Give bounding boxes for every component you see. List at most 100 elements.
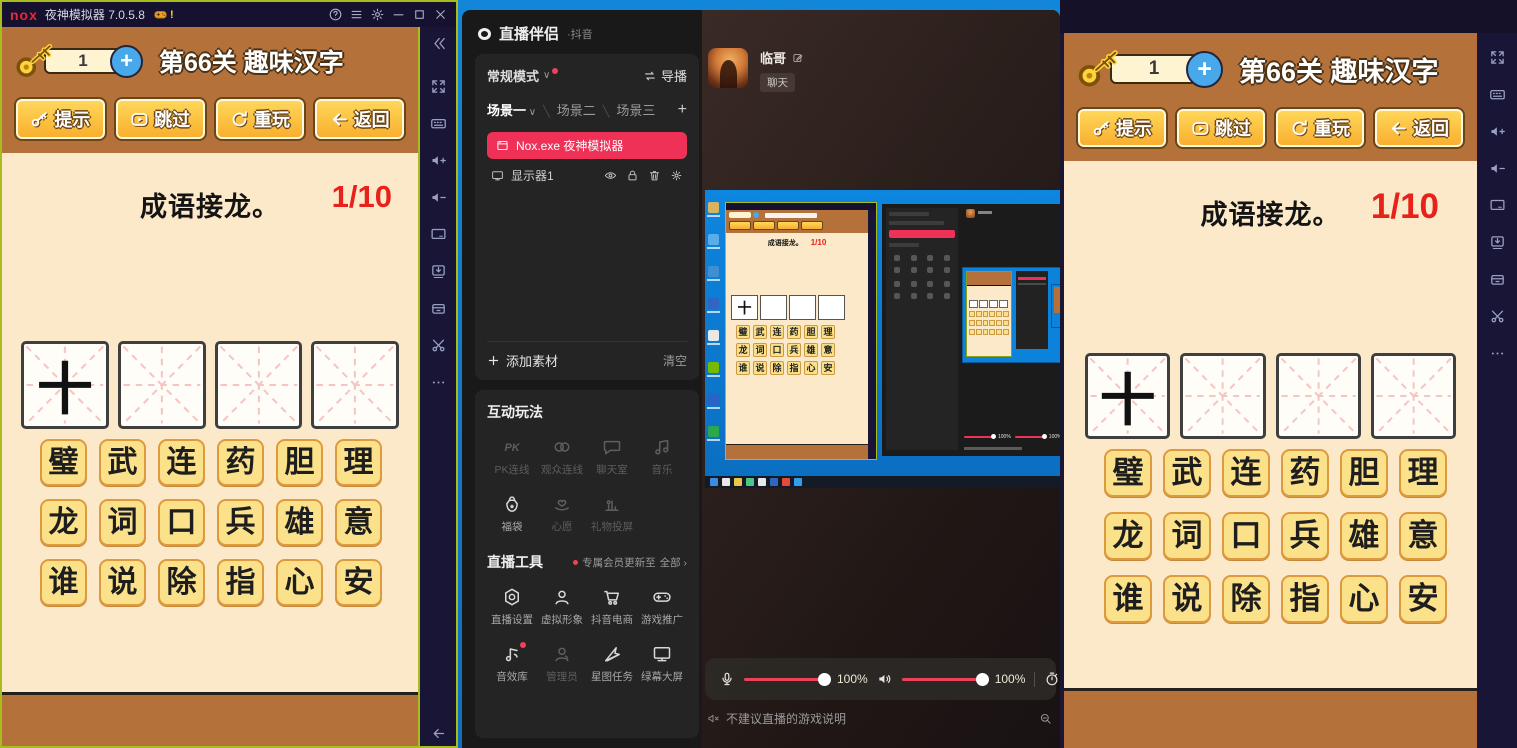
streamer-avatar[interactable] bbox=[708, 48, 748, 88]
volume-up-icon[interactable] bbox=[1489, 123, 1506, 140]
source-item-display[interactable]: 显示器1 bbox=[487, 167, 687, 184]
game-action-button[interactable]: 提示 bbox=[14, 97, 107, 141]
scene-tab[interactable]: 场景二 bbox=[536, 100, 596, 119]
edit-icon[interactable] bbox=[792, 52, 804, 64]
shared-folder-icon[interactable] bbox=[1489, 271, 1506, 288]
char-tile[interactable]: 心 bbox=[276, 559, 323, 606]
char-tile[interactable]: 意 bbox=[1399, 512, 1447, 560]
game-action-button[interactable]: 重玩 bbox=[214, 97, 307, 141]
search-zoom-icon[interactable] bbox=[1039, 712, 1052, 725]
char-tile[interactable]: 连 bbox=[1222, 449, 1270, 497]
tool-item[interactable]: 抖音电商 bbox=[587, 587, 637, 627]
trash-icon[interactable] bbox=[648, 169, 661, 182]
volume-up-icon[interactable] bbox=[430, 152, 447, 169]
char-tile[interactable]: 指 bbox=[217, 559, 264, 606]
volume-down-icon[interactable] bbox=[1489, 160, 1506, 177]
tool-item[interactable]: 管理员 bbox=[537, 644, 587, 684]
char-tile[interactable]: 谁 bbox=[40, 559, 87, 606]
membership-banner[interactable]: 专属会员更新至 全部 bbox=[573, 555, 687, 570]
add-material-button[interactable]: 添加素材 bbox=[506, 351, 558, 370]
answer-slot[interactable]: 十 bbox=[1085, 353, 1170, 439]
char-tile[interactable]: 意 bbox=[335, 499, 382, 546]
volume-down-icon[interactable] bbox=[430, 189, 447, 206]
apk-install-icon[interactable] bbox=[430, 263, 447, 280]
tool-item[interactable]: 音效库 bbox=[487, 644, 537, 684]
speaker-icon[interactable] bbox=[877, 671, 893, 687]
back-icon[interactable] bbox=[430, 725, 447, 742]
char-tile[interactable]: 武 bbox=[99, 439, 146, 486]
answer-slot[interactable] bbox=[1180, 353, 1265, 439]
char-tile[interactable]: 说 bbox=[99, 559, 146, 606]
clear-button[interactable]: 清空 bbox=[663, 352, 687, 369]
menu-icon[interactable] bbox=[349, 7, 364, 22]
char-tile[interactable]: 谁 bbox=[1104, 575, 1152, 623]
keyboard-icon[interactable] bbox=[1489, 86, 1506, 103]
gamepad-alert-badge[interactable]: ! bbox=[152, 8, 174, 21]
answer-slot[interactable] bbox=[1371, 353, 1456, 439]
char-tile[interactable]: 武 bbox=[1163, 449, 1211, 497]
tool-item[interactable]: 直播设置 bbox=[487, 587, 537, 627]
scissors-icon[interactable] bbox=[430, 337, 447, 354]
help-icon[interactable] bbox=[328, 7, 343, 22]
char-tile[interactable]: 龙 bbox=[1104, 512, 1152, 560]
char-tile[interactable]: 词 bbox=[1163, 512, 1211, 560]
screen-icon[interactable] bbox=[430, 226, 447, 243]
source-item-selected[interactable]: Nox.exe 夜神模拟器 bbox=[487, 132, 687, 159]
interact-item[interactable]: 福袋 bbox=[487, 494, 537, 534]
speaker-volume-slider[interactable] bbox=[902, 678, 986, 681]
game-action-button[interactable]: 提示 bbox=[1076, 107, 1168, 149]
scissors-icon[interactable] bbox=[1489, 308, 1506, 325]
scene-tab[interactable]: 场景一 bbox=[487, 100, 536, 119]
mic-icon[interactable] bbox=[719, 671, 735, 687]
char-tile[interactable]: 龙 bbox=[40, 499, 87, 546]
char-tile[interactable]: 兵 bbox=[1281, 512, 1329, 560]
settings-icon[interactable] bbox=[370, 7, 385, 22]
add-keys-button[interactable]: + bbox=[1186, 51, 1223, 88]
tool-item[interactable]: 游戏推广 bbox=[637, 587, 687, 627]
char-tile[interactable]: 胆 bbox=[276, 439, 323, 486]
interact-item[interactable]: 心愿 bbox=[537, 494, 587, 534]
apk-install-icon[interactable] bbox=[1489, 234, 1506, 251]
char-tile[interactable]: 词 bbox=[99, 499, 146, 546]
more-icon[interactable] bbox=[430, 374, 447, 391]
answer-slot[interactable] bbox=[1276, 353, 1361, 439]
char-tile[interactable]: 理 bbox=[335, 439, 382, 486]
capture-preview[interactable]: 成语接龙。 1/10 十 璧武连药胆理龙词口兵雄意谁说除指心安 bbox=[705, 190, 1060, 488]
char-tile[interactable]: 璧 bbox=[40, 439, 87, 486]
char-tile[interactable]: 药 bbox=[217, 439, 264, 486]
answer-slot[interactable] bbox=[118, 341, 206, 429]
char-tile[interactable]: 璧 bbox=[1104, 449, 1152, 497]
char-tile[interactable]: 理 bbox=[1399, 449, 1447, 497]
interact-item[interactable]: 礼物投屏 bbox=[587, 494, 637, 534]
close-icon[interactable] bbox=[433, 7, 448, 22]
char-tile[interactable]: 兵 bbox=[217, 499, 264, 546]
fullscreen-icon[interactable] bbox=[1489, 49, 1506, 66]
mic-volume-slider[interactable] bbox=[744, 678, 828, 681]
answer-slot[interactable] bbox=[311, 341, 399, 429]
fullscreen-icon[interactable] bbox=[430, 78, 447, 95]
tool-item[interactable]: 虚拟形象 bbox=[537, 587, 587, 627]
tool-item[interactable]: 绿幕大屏 bbox=[637, 644, 687, 684]
more-icon[interactable] bbox=[1489, 345, 1506, 362]
char-tile[interactable]: 说 bbox=[1163, 575, 1211, 623]
tool-item[interactable]: 星图任务 bbox=[587, 644, 637, 684]
game-action-button[interactable]: 跳过 bbox=[1175, 107, 1267, 149]
char-tile[interactable]: 胆 bbox=[1340, 449, 1388, 497]
game-action-button[interactable]: 返回 bbox=[313, 97, 406, 141]
keyboard-icon[interactable] bbox=[430, 115, 447, 132]
game-action-button[interactable]: 返回 bbox=[1373, 107, 1465, 149]
director-button[interactable]: 导播 bbox=[661, 66, 687, 85]
char-tile[interactable]: 雄 bbox=[1340, 512, 1388, 560]
char-tile[interactable]: 口 bbox=[1222, 512, 1270, 560]
answer-slot[interactable]: 十 bbox=[21, 341, 109, 429]
char-tile[interactable]: 除 bbox=[1222, 575, 1270, 623]
interact-item[interactable]: PK PK连线 bbox=[487, 437, 537, 477]
timer-icon[interactable] bbox=[1044, 671, 1060, 687]
interact-item[interactable]: 观众连线 bbox=[537, 437, 587, 477]
shared-folder-icon[interactable] bbox=[430, 300, 447, 317]
game-action-button[interactable]: 跳过 bbox=[114, 97, 207, 141]
char-tile[interactable]: 安 bbox=[1399, 575, 1447, 623]
screen-icon[interactable] bbox=[1489, 197, 1506, 214]
char-tile[interactable]: 口 bbox=[158, 499, 205, 546]
interact-item[interactable]: 音乐 bbox=[637, 437, 687, 477]
